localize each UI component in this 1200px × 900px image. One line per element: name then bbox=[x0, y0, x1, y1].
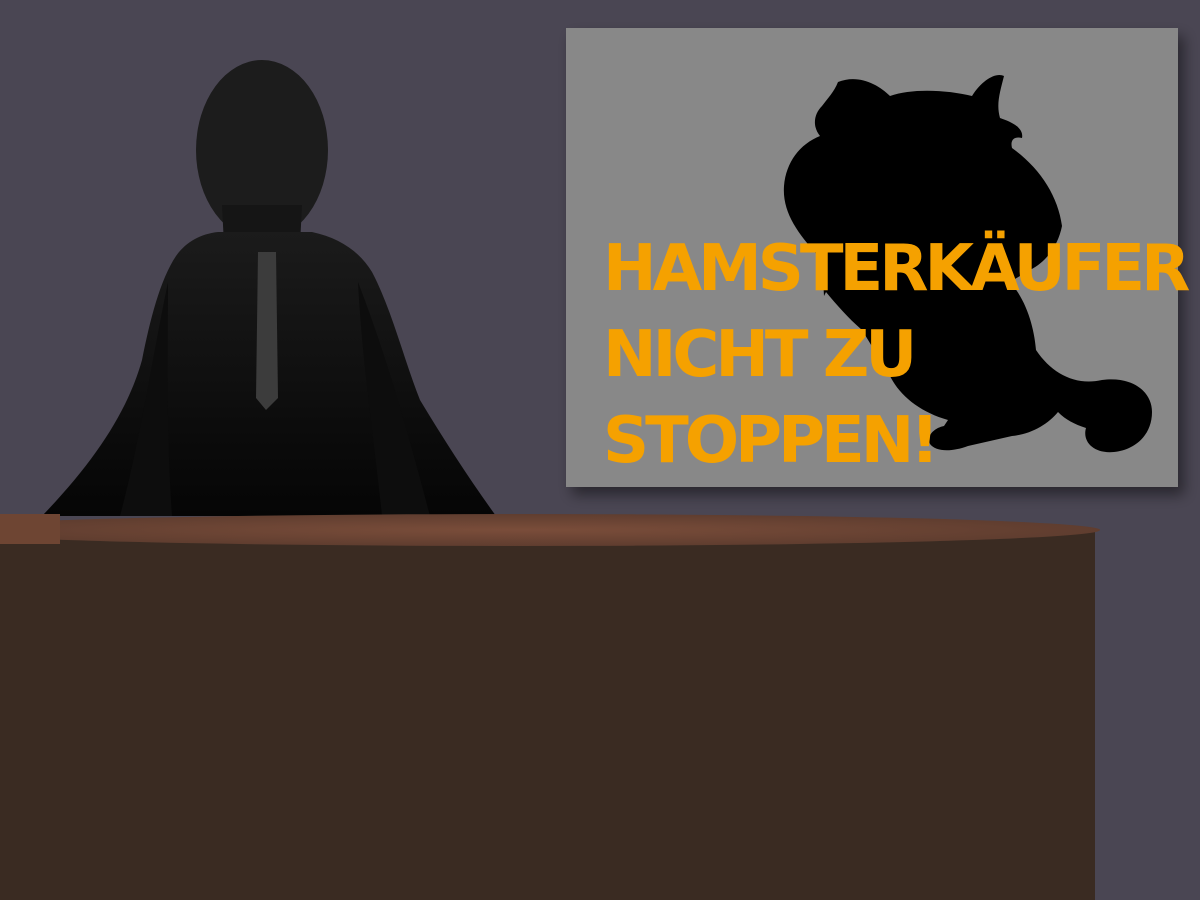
headline: HAMSTERKÄUFER NICHT ZU STOPPEN! bbox=[603, 226, 1190, 484]
headline-line-1: HAMSTERKÄUFER bbox=[603, 232, 1190, 306]
headline-line-3: STOPPEN! bbox=[603, 404, 939, 478]
desk-top-left-edge bbox=[0, 514, 60, 544]
presenter-tie bbox=[256, 252, 278, 410]
news-studio-scene: HAMSTERKÄUFER NICHT ZU STOPPEN! bbox=[0, 0, 1200, 900]
desk-front bbox=[0, 530, 1095, 900]
headline-line-2: NICHT ZU bbox=[603, 318, 917, 392]
news-desk bbox=[0, 514, 1100, 900]
